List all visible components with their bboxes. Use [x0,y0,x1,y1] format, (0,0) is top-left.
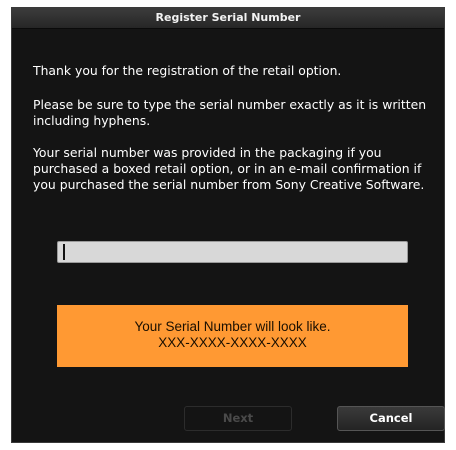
instructions-message: Please be sure to type the serial number… [33,97,427,128]
serial-source-message: Your serial number was provided in the p… [33,145,425,192]
hint-text: Your Serial Number will look like. [134,319,331,334]
serial-number-input[interactable] [57,241,408,263]
serial-format-hint: Your Serial Number will look like. XXX-X… [57,305,408,367]
cancel-button[interactable]: Cancel [337,406,445,431]
register-serial-dialog: Register Serial Number Thank you for the… [11,7,445,443]
thanks-message: Thank you for the registration of the re… [33,63,342,78]
dialog-title: Register Serial Number [12,8,444,29]
text-caret [63,244,65,260]
hint-format-example: XXX-XXXX-XXXX-XXXX [158,335,307,350]
next-button[interactable]: Next [184,406,292,431]
